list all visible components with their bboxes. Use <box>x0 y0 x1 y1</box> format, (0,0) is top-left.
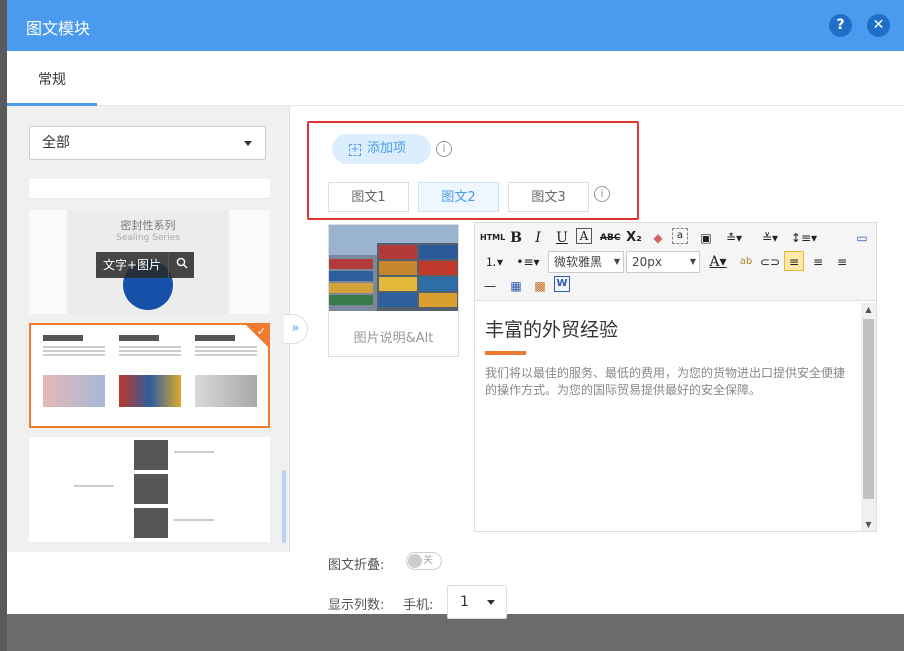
tab-bar: 常规 <box>7 51 904 106</box>
fold-toggle[interactable]: 关 <box>406 552 442 570</box>
highlight-color-icon[interactable]: ab <box>736 252 756 272</box>
filter-value: 全部 <box>42 135 70 151</box>
scrollbar-thumb[interactable] <box>863 319 874 499</box>
html-source-icon[interactable]: HTML <box>480 228 505 248</box>
chevron-down-icon <box>244 141 252 146</box>
font-family-select[interactable]: 微软雅黑 ▼ <box>548 251 624 273</box>
mobile-columns-value: 1 <box>460 594 469 610</box>
info-icon[interactable]: i <box>436 141 452 157</box>
font-size-value: 20px <box>632 255 662 269</box>
row-spacing-icon[interactable]: ≚▾ <box>756 228 784 248</box>
toggle-knob <box>408 554 422 568</box>
fullscreen-icon[interactable]: ▭ <box>852 228 872 248</box>
expand-panel-button[interactable]: » <box>284 314 308 344</box>
eraser-icon[interactable]: ◆ <box>648 228 668 248</box>
plus-icon: + <box>349 144 361 156</box>
template-column <box>119 335 181 415</box>
template-item[interactable] <box>29 179 270 199</box>
template-item-selected[interactable]: ✓ <box>29 323 270 428</box>
table-icon[interactable]: ▦ <box>506 276 526 296</box>
template-preview-subtitle: Sealing Series <box>116 233 180 243</box>
template-preview-photo <box>134 508 168 538</box>
heading-underline <box>485 351 526 355</box>
image-icon[interactable]: ▩ <box>530 276 550 296</box>
italic-icon[interactable]: I <box>528 228 548 248</box>
font-size-select[interactable]: 20px ▼ <box>626 251 700 273</box>
template-preview-photo <box>134 474 168 504</box>
template-filter-select[interactable]: 全部 <box>29 126 266 160</box>
tab-item-3[interactable]: 图文3 <box>508 182 589 212</box>
unordered-list-icon[interactable]: •≡▾ <box>514 252 542 272</box>
template-hover-bar: 文字+图片 <box>96 252 195 278</box>
close-button[interactable]: ✕ <box>867 14 890 37</box>
template-panel: 全部 密封性系列 Sealing Series 文字+图片 ✓ <box>7 106 290 552</box>
tab-general[interactable]: 常规 <box>7 51 97 106</box>
add-item-label: 添加项 <box>367 141 407 156</box>
align-center-icon[interactable]: ≡ <box>808 252 828 272</box>
background-edge <box>0 0 7 651</box>
scroll-up-icon[interactable]: ▲ <box>861 305 876 314</box>
template-preview-photo <box>134 440 168 470</box>
template-preview-title: 密封性系列 <box>120 219 176 232</box>
word-import-icon[interactable]: W <box>554 276 570 292</box>
mobile-columns-select[interactable]: 1 <box>447 585 507 619</box>
subscript-icon[interactable]: X₂ <box>624 228 644 248</box>
chevron-down-icon <box>487 600 495 605</box>
font-family-value: 微软雅黑 <box>554 255 603 269</box>
image-text-module-dialog: 图文模块 ? ✕ 常规 全部 密封性系列 Sealing Series 文字+图… <box>7 0 904 619</box>
editor-scrollbar[interactable]: ▲ ▼ <box>861 303 876 531</box>
rich-text-editor: HTML B I U A ABC X₂ ◆ a ▣ ≛▾ ≚▾ ↕≡▾ ▭ ⒈▾… <box>474 222 877 532</box>
content-heading[interactable]: 丰富的外贸经验 <box>485 315 850 342</box>
image-slot[interactable]: 图片说明&Alt <box>328 224 459 357</box>
editor-toolbar: HTML B I U A ABC X₂ ◆ a ▣ ≛▾ ≚▾ ↕≡▾ ▭ ⒈▾… <box>475 223 876 301</box>
strikethrough-icon[interactable]: ABC <box>600 228 620 248</box>
content-paragraph[interactable]: 我们将以最佳的服务、最低的费用，为您的货物进出口提供安全便捷的操作方式。为您的国… <box>485 365 850 399</box>
columns-label: 显示列数: <box>328 598 385 613</box>
template-type-label: 文字+图片 <box>103 258 162 272</box>
scroll-down-icon[interactable]: ▼ <box>861 520 876 529</box>
paste-text-icon[interactable]: ▣ <box>696 228 716 248</box>
horizontal-rule-icon[interactable]: — <box>480 276 500 296</box>
tab-item-1[interactable]: 图文1 <box>328 182 409 212</box>
check-icon: ✓ <box>256 325 266 338</box>
line-height-icon[interactable]: ↕≡▾ <box>790 228 818 248</box>
tab-item-2[interactable]: 图文2 <box>418 182 499 212</box>
info-icon[interactable]: i <box>594 186 610 202</box>
template-column <box>43 335 105 415</box>
toggle-text: 关 <box>423 555 433 566</box>
auto-format-icon[interactable]: a <box>672 228 688 244</box>
editor-content[interactable]: 丰富的外贸经验 我们将以最佳的服务、最低的费用，为您的货物进出口提供安全便捷的操… <box>475 303 860 531</box>
bold-icon[interactable]: B <box>506 228 526 248</box>
item-image[interactable] <box>329 225 458 311</box>
font-color-icon[interactable]: A▾ <box>704 252 732 272</box>
image-caption[interactable]: 图片说明&Alt <box>329 327 458 346</box>
template-item[interactable] <box>29 437 270 542</box>
help-button[interactable]: ? <box>829 14 852 37</box>
mobile-label: 手机: <box>403 598 434 613</box>
search-icon[interactable] <box>168 252 194 278</box>
template-scrollbar[interactable] <box>282 470 286 543</box>
align-right-icon[interactable]: ≡ <box>832 252 852 272</box>
border-text-icon[interactable]: A <box>576 228 592 244</box>
dialog-title: 图文模块 <box>26 19 91 38</box>
dialog-header: 图文模块 ? ✕ <box>7 0 904 51</box>
align-left-icon[interactable]: ≡ <box>784 251 804 271</box>
paragraph-spacing-icon[interactable]: ≛▾ <box>720 228 748 248</box>
template-item[interactable]: 密封性系列 Sealing Series 文字+图片 <box>29 210 270 314</box>
ordered-list-icon[interactable]: ⒈▾ <box>480 252 508 272</box>
underline-icon[interactable]: U <box>552 228 572 248</box>
fold-label: 图文折叠: <box>328 558 385 573</box>
add-item-button[interactable]: + 添加项 <box>332 134 431 164</box>
link-icon[interactable]: ⊂⊃ <box>760 252 780 272</box>
